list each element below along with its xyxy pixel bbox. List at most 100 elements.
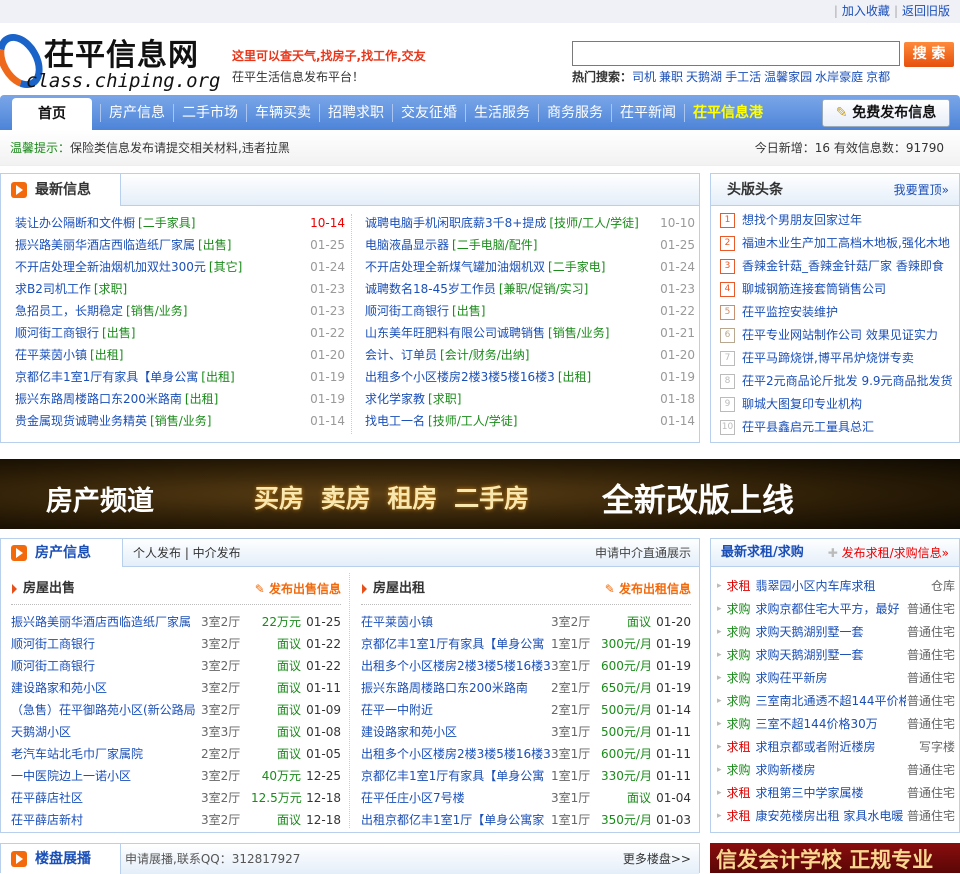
item-category[interactable]: [出售] <box>452 300 485 322</box>
nav-item[interactable]: 茌平新闻 <box>611 103 684 122</box>
item-title[interactable]: 求B2司机工作 <box>15 278 91 300</box>
house-title[interactable]: 老汽车站北毛巾厂家属院 <box>11 743 201 765</box>
old-version-link[interactable]: 返回旧版 <box>902 4 950 18</box>
house-row[interactable]: 茌平莱茵小镇 3室2厅 面议 01-20 <box>361 611 691 633</box>
item-title[interactable]: 振兴东路周楼路口东200米路南 <box>15 388 182 410</box>
headline-title[interactable]: 想找个男朋友回家过年 <box>742 209 862 232</box>
headline-title[interactable]: 茌平马蹄烧饼,博平吊炉烧饼专卖 <box>742 347 914 370</box>
headline-title[interactable]: 聊城大图复印专业机构 <box>742 393 862 416</box>
house-title[interactable]: 茌平薛店新村 <box>11 809 201 831</box>
item-category[interactable]: [兼职/促销/实习] <box>499 278 588 300</box>
headline-item[interactable]: 8 茌平2元商品论斤批发 9.9元商品批发货 <box>711 370 959 393</box>
house-row[interactable]: 出租京都亿丰1室1厅【单身公寓家 1室1厅 350元/月 01-03 <box>361 809 691 831</box>
item-title[interactable]: 诚聘电脑手机闲职底薪3千8+提成 <box>365 212 546 234</box>
wanted-row[interactable]: 求购求购天鹅湖别墅一套普通住宅 <box>711 621 959 644</box>
item-title[interactable]: 山东美年旺肥料有限公司诚聘销售 <box>365 322 545 344</box>
wanted-title[interactable]: 翡翠园小区内车库求租 <box>756 575 906 598</box>
house-title[interactable]: 京都亿丰1室1厅有家具【单身公寓 <box>361 765 551 787</box>
hot-search-link[interactable]: 兼职 <box>659 70 683 84</box>
list-item[interactable]: 贵金属现货诚聘业务精英 [销售/业务] 01-14 <box>15 410 345 432</box>
item-category[interactable]: [出售] <box>198 234 231 256</box>
list-item[interactable]: 京都亿丰1室1厅有家具【单身公寓 [出租] 01-19 <box>15 366 345 388</box>
house-title[interactable]: 建设路家和苑小区 <box>361 721 551 743</box>
house-row[interactable]: 茌平薛店新村 3室2厅 面议 12-18 <box>11 809 341 831</box>
item-category[interactable]: [出租] <box>185 388 218 410</box>
wanted-row[interactable]: 求购求购京都住宅大平方，最好普通住宅 <box>711 598 959 621</box>
house-row[interactable]: 天鹅湖小区 3室3厅 面议 01-08 <box>11 721 341 743</box>
item-category[interactable]: [出租] <box>90 344 123 366</box>
house-title[interactable]: 建设路家和苑小区 <box>11 677 201 699</box>
list-item[interactable]: 茌平莱茵小镇 [出租] 01-20 <box>15 344 345 366</box>
item-title[interactable]: 求化学家教 <box>365 388 425 410</box>
list-item[interactable]: 顺河街工商银行 [出售] 01-22 <box>365 300 695 322</box>
hot-search-link[interactable]: 司机 <box>632 70 656 84</box>
headline-title[interactable]: 茌平专业网站制作公司 效果见证实力 <box>742 324 938 347</box>
item-title[interactable]: 会计、订单员 <box>365 344 437 366</box>
headline-item[interactable]: 10 茌平县鑫启元工量具总汇 <box>711 416 959 439</box>
house-row[interactable]: 出租多个小区楼房2楼3楼5楼16楼3 3室1厅 600元/月 01-11 <box>361 743 691 765</box>
wanted-row[interactable]: 求租康安苑楼房出租 家具水电暖普通住宅 <box>711 805 959 828</box>
item-category[interactable]: [求职] <box>94 278 127 300</box>
site-logo[interactable]: 茌平信息网 class.chiping.org <box>0 25 225 97</box>
headline-title[interactable]: 茌平监控安装维护 <box>742 301 838 324</box>
list-item[interactable]: 振兴东路周楼路口东200米路南 [出租] 01-19 <box>15 388 345 410</box>
item-category[interactable]: [销售/业务] <box>126 300 187 322</box>
wanted-row[interactable]: 求租求租京都或者附近楼房写字楼 <box>711 736 959 759</box>
search-button[interactable]: 搜 索 <box>904 42 954 67</box>
house-channel-banner[interactable]: 房产频道 买房 卖房 租房 二手房 全新改版上线 <box>0 459 960 529</box>
list-item[interactable]: 会计、订单员 [会计/财务/出纳] 01-20 <box>365 344 695 366</box>
nav-item[interactable]: 招聘求职 <box>319 103 392 122</box>
nav-item[interactable]: 房产信息 <box>100 103 173 122</box>
wanted-row[interactable]: 求租翡翠园小区内车库求租 仓库 <box>711 575 959 598</box>
wanted-title[interactable]: 求租第三中学家属楼 <box>756 782 906 805</box>
hot-search-link[interactable]: 天鹅湖 <box>686 70 722 84</box>
house-row[interactable]: 建设路家和苑小区 3室2厅 面议 01-11 <box>11 677 341 699</box>
list-item[interactable]: 急招员工，长期稳定 [销售/业务] 01-23 <box>15 300 345 322</box>
nav-item-highlight[interactable]: 茌平信息港 <box>684 103 771 122</box>
house-row[interactable]: 振兴路美丽华酒店西临造纸厂家属 3室2厅 22万元 01-25 <box>11 611 341 633</box>
list-item[interactable]: 出租多个小区楼房2楼3楼5楼16楼3 [出租] 01-19 <box>365 366 695 388</box>
nav-item[interactable]: 交友征婚 <box>392 103 465 122</box>
house-title[interactable]: 出租京都亿丰1室1厅【单身公寓家 <box>361 809 551 831</box>
item-title[interactable]: 京都亿丰1室1厅有家具【单身公寓 <box>15 366 198 388</box>
item-category[interactable]: [二手家电] <box>548 256 605 278</box>
item-title[interactable]: 急招员工，长期稳定 <box>15 300 123 322</box>
list-item[interactable]: 不开店处理全新油烟机加双灶300元 [其它] 01-24 <box>15 256 345 278</box>
house-row[interactable]: 振兴东路周楼路口东200米路南 2室1厅 650元/月 01-19 <box>361 677 691 699</box>
house-row[interactable]: 茌平一中附近 2室1厅 500元/月 01-14 <box>361 699 691 721</box>
house-row[interactable]: 茌平薛店社区 3室2厅 12.5万元 12-18 <box>11 787 341 809</box>
item-title[interactable]: 贵金属现货诚聘业务精英 <box>15 410 147 432</box>
item-category[interactable]: [技师/工人/学徒] <box>549 212 638 234</box>
house-title[interactable]: 振兴东路周楼路口东200米路南 <box>361 677 551 699</box>
list-item[interactable]: 诚聘电脑手机闲职底薪3千8+提成 [技师/工人/学徒] 10-10 <box>365 212 695 234</box>
nav-home[interactable]: 首页 <box>12 98 92 130</box>
item-category[interactable]: [销售/业务] <box>548 322 609 344</box>
item-title[interactable]: 电脑液晶显示器 <box>365 234 449 256</box>
item-title[interactable]: 不开店处理全新油烟机加双灶300元 <box>15 256 206 278</box>
ad-banner[interactable]: 信发会计学校 正规专业 <box>710 843 960 873</box>
headline-item[interactable]: 3 香辣金针菇_香辣金针菇厂家 香辣即食 <box>711 255 959 278</box>
house-title[interactable]: 茌平薛店社区 <box>11 787 201 809</box>
hot-search-link[interactable]: 手工活 <box>725 70 761 84</box>
item-title[interactable]: 出租多个小区楼房2楼3楼5楼16楼3 <box>365 366 555 388</box>
headline-item[interactable]: 4 聊城钢筋连接套筒销售公司 <box>711 278 959 301</box>
wanted-row[interactable]: 求租求租第三中学家属楼普通住宅 <box>711 782 959 805</box>
item-category[interactable]: [其它] <box>209 256 242 278</box>
headline-title[interactable]: 聊城钢筋连接套筒销售公司 <box>742 278 886 301</box>
house-title[interactable]: 振兴路美丽华酒店西临造纸厂家属 <box>11 611 201 633</box>
item-title[interactable]: 顺河街工商银行 <box>15 322 99 344</box>
wanted-row[interactable]: 求购求购新楼房普通住宅 <box>711 759 959 782</box>
list-item[interactable]: 不开店处理全新煤气罐加油烟机双 [二手家电] 01-24 <box>365 256 695 278</box>
house-tab[interactable]: 房产信息 <box>1 539 123 567</box>
nav-item[interactable]: 车辆买卖 <box>246 103 319 122</box>
headline-title[interactable]: 茌平2元商品论斤批发 9.9元商品批发货 <box>742 370 953 393</box>
add-favorite-link[interactable]: 加入收藏 <box>842 4 890 18</box>
nav-item[interactable]: 生活服务 <box>465 103 538 122</box>
house-title[interactable]: 茌平任庄小区7号楼 <box>361 787 551 809</box>
house-title[interactable]: 茌平莱茵小镇 <box>361 611 551 633</box>
nav-item[interactable]: 商务服务 <box>538 103 611 122</box>
house-title[interactable]: 顺河街工商银行 <box>11 633 201 655</box>
house-row[interactable]: 京都亿丰1室1厅有家具【单身公寓 1室1厅 300元/月 01-19 <box>361 633 691 655</box>
wanted-title[interactable]: 求购天鹅湖别墅一套 <box>756 644 906 667</box>
item-title[interactable]: 振兴路美丽华酒店西临造纸厂家属 <box>15 234 195 256</box>
